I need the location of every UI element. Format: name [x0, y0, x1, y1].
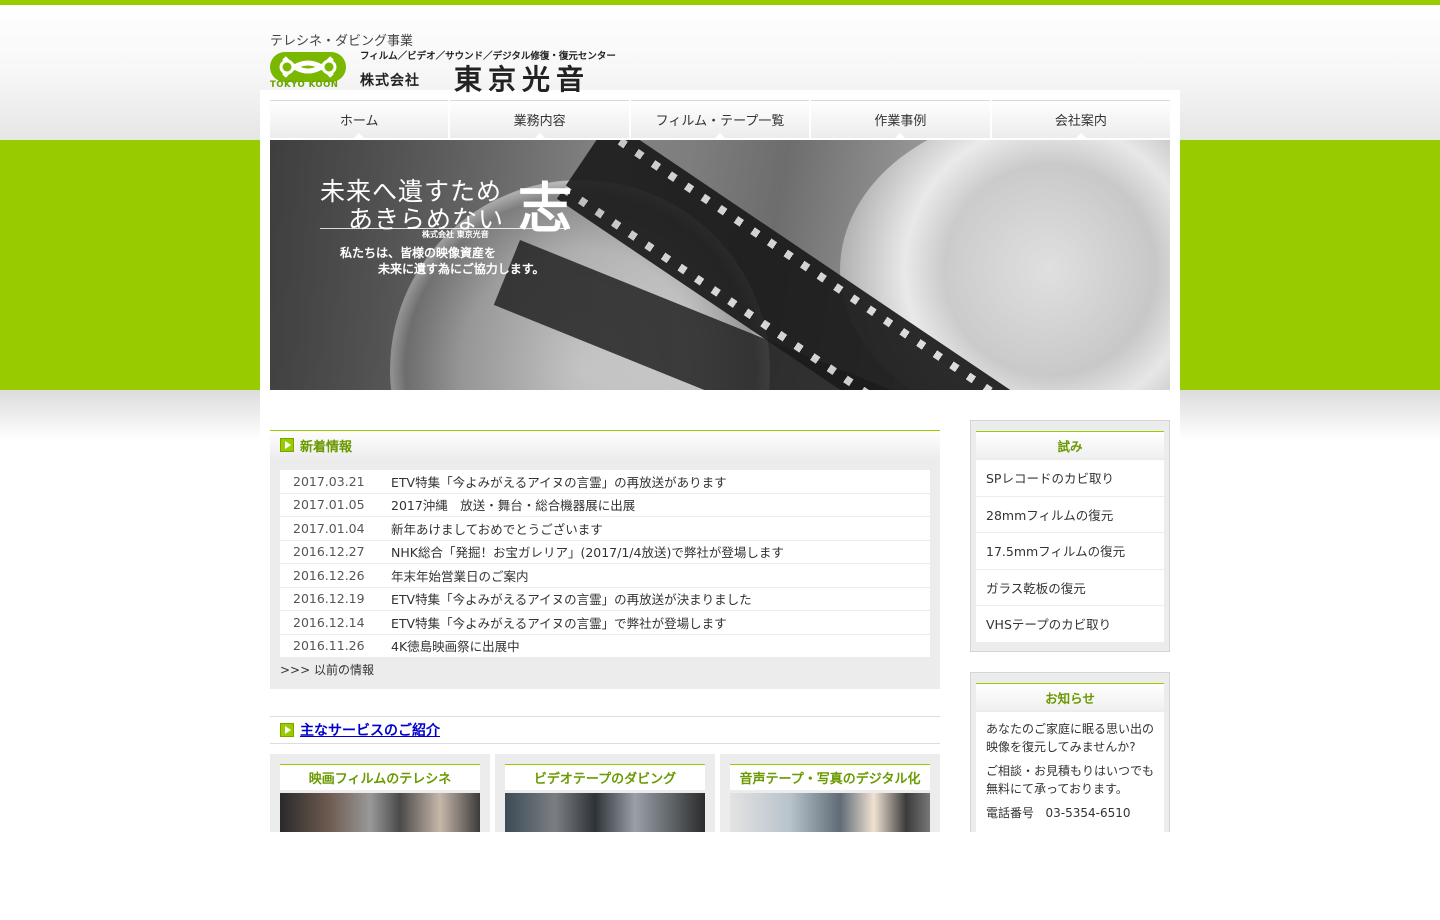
news-headline[interactable]: ETV特集「今よみがえるアイヌの言霊」の再放送が決まりました [391, 589, 752, 608]
news-title: 新着情報 [300, 439, 353, 455]
nav-item-services[interactable]: 業務内容 [450, 100, 629, 138]
news-item[interactable]: 2016.12.19 ETV特集「今よみがえるアイヌの言霊」の再放送が決まりました [280, 587, 930, 610]
news-item[interactable]: 2017.01.04 新年あけましておめでとうございます [280, 517, 930, 540]
notice-phone: 電話番号 03-5354-6510 [986, 804, 1154, 822]
news-section: 新着情報 2017.03.21 ETV特集「今よみがえるアイヌの言霊」の再放送があ… [270, 430, 940, 689]
site-tagline: テレシネ・ダビング事業 [270, 34, 414, 49]
sidebar-item-17-5mm[interactable]: 17.5mmフィルムの復元 [976, 533, 1164, 569]
phone-label: 電話番号 [986, 806, 1035, 820]
news-headline[interactable]: 年末年始営業日のご案内 [391, 566, 529, 585]
hero-banner: 未来へ遺すため あきらめない 志 株式会社 東京光音 私たちは、皆様の映像資産を… [270, 140, 1170, 390]
notice-text: ご相談・お見積もりはいつでも無料にて承っております。 [986, 764, 1155, 796]
phone-number[interactable]: 03-5354-6510 [1045, 806, 1130, 820]
sidebar-item-glass-plate[interactable]: ガラス乾板の復元 [976, 569, 1164, 605]
service-card-title[interactable]: 音声テープ・写真のデジタル化 [730, 764, 930, 790]
news-headline[interactable]: ETV特集「今よみがえるアイヌの言霊」で弊社が登場します [391, 613, 727, 632]
news-item[interactable]: 2017.03.21 ETV特集「今よみがえるアイヌの言霊」の再放送があります [280, 470, 930, 493]
news-headline[interactable]: 4K徳島映画祭に出展中 [391, 636, 520, 655]
notice-text: あなたのご家庭に眠る思い出の映像を復元してみませんか? [986, 722, 1155, 754]
hero-company-mark: 株式会社 東京光音 [422, 230, 489, 239]
sidebar-trial-list: SPレコードのカビ取り 28mmフィルムの復元 17.5mmフィルムの復元 ガラ… [976, 460, 1164, 642]
company-name[interactable]: 東京光音 [454, 58, 590, 98]
main-nav: ホーム 業務内容 フィルム・テープ一覧 作業事例 会社案内 [270, 100, 1171, 138]
service-card-title[interactable]: 映画フィルムのテレシネ [280, 764, 480, 790]
news-item[interactable]: 2016.11.26 4K徳島映画祭に出展中 [280, 634, 930, 657]
logo-english-text: TOKYO KOON [270, 80, 339, 90]
sidebar-item-vhs[interactable]: VHSテープのカビ取り [976, 606, 1164, 642]
sidebar-notice-box: お知らせ あなたのご家庭に眠る思い出の映像を復元してみませんか? ご相談・お見積… [970, 672, 1170, 920]
nav-item-home[interactable]: ホーム [270, 100, 449, 138]
service-card-image[interactable] [280, 793, 480, 832]
news-date: 2016.12.14 [293, 614, 365, 630]
news-headline[interactable]: 2017沖縄 放送・舞台・総合機器展に出展 [391, 495, 635, 514]
news-headline[interactable]: ETV特集「今よみがえるアイヌの言霊」の再放送があります [391, 472, 727, 491]
news-date: 2016.12.19 [293, 591, 365, 607]
news-headline[interactable]: 新年あけましておめでとうございます [391, 519, 603, 538]
news-date: 2016.12.27 [293, 544, 365, 560]
play-arrow-icon [280, 438, 294, 452]
news-item[interactable]: 2017.01.05 2017沖縄 放送・舞台・総合機器展に出展 [280, 493, 930, 516]
news-date: 2016.12.26 [293, 567, 365, 583]
sidebar-item-sp-record[interactable]: SPレコードのカビ取り [976, 460, 1164, 496]
company-prefix: 株式会社 [360, 73, 420, 89]
sidebar-trial-title: 試み [976, 431, 1164, 458]
nav-item-film-tape-list[interactable]: フィルム・テープ一覧 [630, 100, 810, 138]
services-header: 主なサービスのご紹介 [270, 716, 940, 744]
service-card-dubbing: ビデオテープのダビング [495, 754, 715, 832]
news-date: 2017.01.05 [293, 497, 365, 513]
sidebar-trial-box: 試み SPレコードのカビ取り 28mmフィルムの復元 17.5mmフィルムの復元… [970, 420, 1170, 652]
play-arrow-icon [280, 723, 294, 737]
news-date: 2017.01.04 [293, 520, 365, 536]
notice-body: あなたのご家庭に眠る思い出の映像を復元してみませんか? ご相談・お見積もりはいつ… [976, 712, 1164, 920]
service-card-title[interactable]: ビデオテープのダビング [505, 764, 705, 790]
service-card-image[interactable] [505, 793, 705, 832]
news-item[interactable]: 2016.12.26 年末年始営業日のご案内 [280, 564, 930, 587]
news-date: 2017.03.21 [293, 473, 365, 489]
service-card-image[interactable] [730, 793, 930, 832]
hero-subtext-2: 未来に遺す為にご協力します。 [378, 262, 545, 276]
hero-subtext-1: 私たちは、皆様の映像資産を [340, 246, 497, 260]
past-news-link[interactable]: >>> 以前の情報 [280, 661, 374, 678]
news-headline[interactable]: NHK総合「発掘！お宝ガレリア」(2017/1/4放送)で弊社が登場します [391, 542, 784, 561]
news-item[interactable]: 2016.12.14 ETV特集「今よみがえるアイヌの言霊」で弊社が登場します [280, 611, 930, 634]
services-title-link[interactable]: 主なサービスのご紹介 [300, 720, 440, 740]
service-card-telecine: 映画フィルムのテレシネ [270, 754, 490, 832]
news-item[interactable]: 2016.12.27 NHK総合「発掘！お宝ガレリア」(2017/1/4放送)で弊… [280, 540, 930, 563]
hero-calligraphy: 志 [518, 176, 572, 240]
news-header: 新着情報 [270, 431, 940, 459]
news-list: 2017.03.21 ETV特集「今よみがえるアイヌの言霊」の再放送があります 2… [280, 470, 930, 658]
nav-item-company[interactable]: 会社案内 [991, 100, 1171, 138]
sidebar-item-28mm[interactable]: 28mmフィルムの復元 [976, 496, 1164, 532]
nav-item-work-examples[interactable]: 作業事例 [811, 100, 990, 138]
sidebar-notice-title: お知らせ [976, 683, 1164, 710]
news-date: 2016.11.26 [293, 638, 365, 654]
service-card-digitize: 音声テープ・写真のデジタル化 [720, 754, 940, 832]
